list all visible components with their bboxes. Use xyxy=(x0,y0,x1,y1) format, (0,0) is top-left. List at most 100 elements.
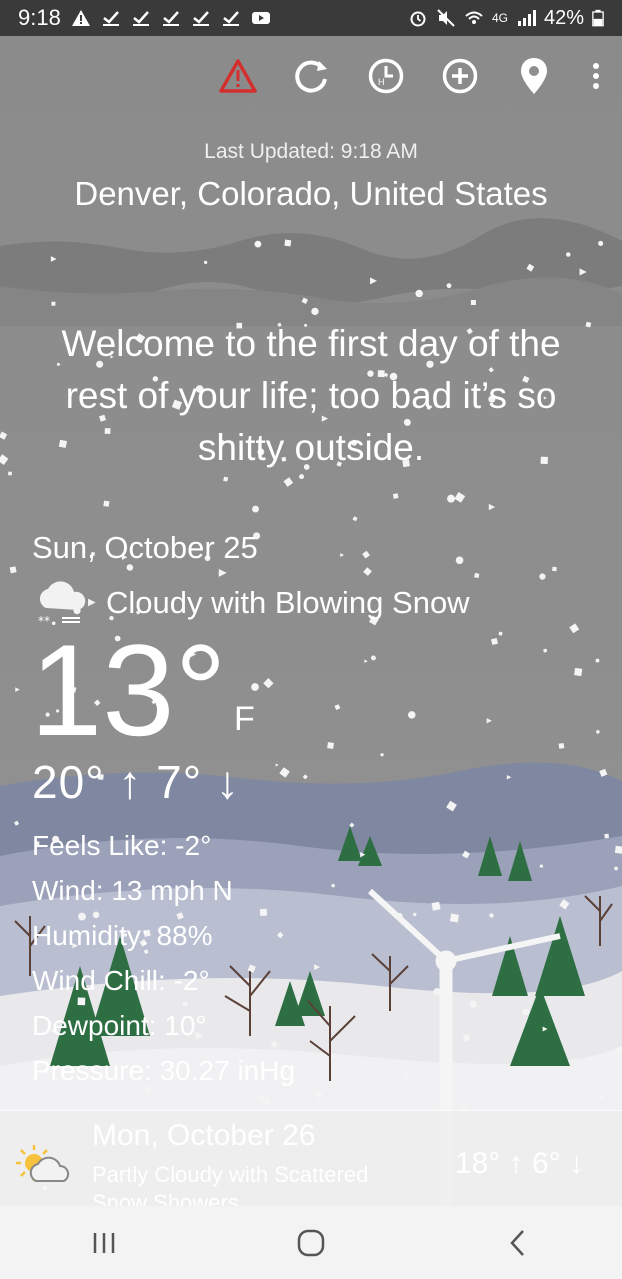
history-icon[interactable]: H xyxy=(366,56,406,96)
snowflake xyxy=(314,964,321,971)
snowflake xyxy=(275,763,279,767)
snowflake xyxy=(498,631,503,636)
snowflake xyxy=(489,913,494,918)
snowflake xyxy=(404,1075,410,1080)
snowflake xyxy=(454,492,466,503)
snowflake xyxy=(486,718,492,724)
snowflake xyxy=(449,913,459,923)
snowflake xyxy=(362,550,370,559)
current-date: Sun, October 25 xyxy=(32,530,258,565)
snowflake xyxy=(574,667,583,677)
network-type: 4G xyxy=(491,11,508,25)
snowflake xyxy=(15,687,20,692)
snowflake xyxy=(446,800,457,812)
signal-icon xyxy=(517,10,536,26)
snowflake xyxy=(415,289,423,298)
snowflake xyxy=(263,678,274,689)
back-button[interactable] xyxy=(488,1218,548,1268)
snowflake xyxy=(506,774,512,780)
refresh-icon[interactable] xyxy=(292,56,332,96)
snowflake xyxy=(360,852,366,858)
location-pin-icon[interactable] xyxy=(514,56,554,96)
warning-notification-icon xyxy=(71,10,90,26)
snowflake xyxy=(302,774,308,780)
snowflake xyxy=(599,768,608,777)
condition-text: Cloudy with Blowing Snow xyxy=(106,585,470,620)
snowflake xyxy=(412,912,417,917)
snowflake xyxy=(433,988,441,996)
download-done-icon xyxy=(162,11,179,26)
snowflake xyxy=(103,500,110,507)
snowflake xyxy=(595,729,600,734)
snowflake xyxy=(257,1094,266,1102)
current-temperature: 13° xyxy=(30,617,227,763)
snowflake xyxy=(251,683,259,691)
battery-icon xyxy=(592,9,604,27)
today-hi-lo: 20° ↑ 7° ↓ xyxy=(32,756,240,808)
action-bar: H xyxy=(218,56,604,96)
mute-icon xyxy=(437,9,455,27)
partly-cloudy-snow-icon: * xyxy=(16,1145,70,1195)
snowflake xyxy=(218,568,227,577)
youtube-icon xyxy=(251,12,270,24)
snowflake xyxy=(463,1034,470,1042)
snowflake xyxy=(50,256,57,262)
snowflake xyxy=(598,1093,605,1100)
recent-apps-button[interactable] xyxy=(74,1218,134,1268)
more-menu-icon[interactable] xyxy=(588,56,604,96)
wifi-icon xyxy=(465,11,483,24)
snowflake xyxy=(446,283,452,289)
back-icon xyxy=(510,1229,525,1256)
snowflake xyxy=(539,864,544,869)
snowflake xyxy=(299,474,305,480)
temperature-unit: F xyxy=(234,700,255,738)
snowflake xyxy=(488,503,496,511)
pressure: Pressure: 30.27 inHg xyxy=(32,1055,296,1086)
forecast-row[interactable]: * Mon, October 26 Partly Cloudy with Sca… xyxy=(0,1110,622,1215)
snowflake xyxy=(455,556,464,565)
download-done-icon xyxy=(132,11,149,26)
snowflake xyxy=(552,566,557,572)
feels-like: Feels Like: -2° xyxy=(32,830,212,861)
alert-icon[interactable] xyxy=(218,56,258,96)
snowflake xyxy=(542,1026,548,1032)
snowflake xyxy=(604,833,609,839)
snowflake xyxy=(539,573,546,580)
snowflake xyxy=(431,901,441,911)
svg-text:H: H xyxy=(378,77,385,87)
forecast-hi-lo: 18° ↑ 6° ↓ xyxy=(454,1147,584,1180)
snowflake xyxy=(315,1091,324,1100)
snowflake xyxy=(559,899,570,910)
snowflake xyxy=(370,655,376,661)
download-done-icon xyxy=(102,11,119,26)
add-location-icon[interactable] xyxy=(440,56,480,96)
snowflake xyxy=(598,240,604,246)
wind-chill: Wind Chill: -2° xyxy=(32,965,210,996)
status-bar: 9:18 4G 42% xyxy=(0,0,622,36)
snowflake xyxy=(569,623,580,634)
snowflake xyxy=(363,567,372,576)
wind: Wind: 13 mph N xyxy=(32,875,233,906)
snowflake xyxy=(349,822,355,828)
snowflake xyxy=(522,1008,530,1016)
snowflake xyxy=(9,566,17,574)
battery-percent: 42% xyxy=(543,6,584,29)
snowflake xyxy=(595,658,600,663)
snowflake xyxy=(0,431,8,440)
snowflake xyxy=(364,659,368,663)
status-time: 9:18 xyxy=(18,5,61,30)
location-name[interactable]: Denver, Colorado, United States xyxy=(0,175,622,213)
snowflake xyxy=(14,820,20,826)
snowflake xyxy=(203,260,208,265)
snowflake xyxy=(283,477,294,487)
svg-text:*: * xyxy=(42,1184,48,1195)
download-done-icon xyxy=(192,11,209,26)
snowflake xyxy=(264,1098,271,1105)
last-updated: Last Updated: 9:18 AM xyxy=(204,140,418,163)
snowflake xyxy=(579,268,587,276)
snowflake xyxy=(223,476,229,482)
snowflake xyxy=(334,704,341,710)
snowflake xyxy=(566,252,571,257)
home-icon xyxy=(297,1229,325,1256)
home-button[interactable] xyxy=(281,1218,341,1268)
